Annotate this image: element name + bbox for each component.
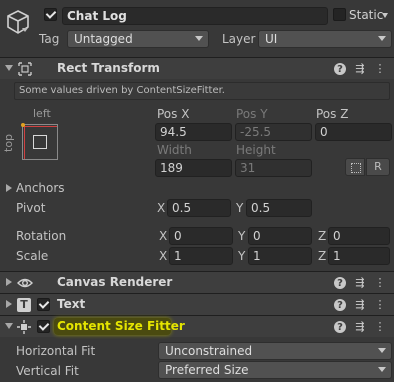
- presets-icon[interactable]: ⇶: [353, 275, 367, 291]
- pivot-dot: [21, 123, 25, 127]
- rect-transform-title: Rect Transform: [57, 61, 160, 75]
- driven-note: Some values driven by ContentSizeFitter.: [19, 85, 225, 96]
- static-label: Static: [349, 8, 384, 22]
- pos-x-field[interactable]: 94.5: [155, 123, 232, 141]
- vertical-fit-label: Vertical Fit: [16, 364, 79, 378]
- chevron-down-icon: [378, 348, 386, 353]
- horizontal-fit-value: Unconstrained: [165, 344, 253, 358]
- chevron-down-icon: [378, 36, 386, 41]
- text-enabled-checkbox[interactable]: [37, 298, 50, 311]
- height-label: Height: [236, 143, 276, 157]
- content-size-fitter-enabled-checkbox[interactable]: [37, 320, 50, 333]
- width-label: Width: [157, 143, 192, 157]
- scale-z-field[interactable]: 1: [328, 247, 390, 265]
- anchors-label[interactable]: Anchors: [16, 180, 65, 196]
- pos-x-label: Pos X: [157, 107, 190, 121]
- driven-note-box: Some values driven by ContentSizeFitter.: [14, 82, 390, 100]
- pivot-x-axis-label[interactable]: X: [157, 199, 165, 217]
- help-icon[interactable]: ?: [333, 61, 347, 78]
- eye-icon: [17, 276, 33, 290]
- canvas-renderer-header[interactable]: Canvas Renderer ? ⇶ ⋮: [0, 271, 394, 293]
- raw-edit-label: R: [374, 160, 382, 173]
- presets-icon[interactable]: ⇶: [353, 61, 367, 77]
- tag-dropdown[interactable]: Untagged: [67, 30, 209, 48]
- pos-y-field: -25.5: [235, 123, 312, 141]
- content-size-fitter-title: Content Size Fitter: [57, 319, 185, 333]
- rotation-z-field[interactable]: 0: [328, 227, 390, 245]
- help-icon[interactable]: ?: [333, 319, 347, 336]
- rotation-label: Rotation: [16, 229, 67, 243]
- rotation-y-axis-label[interactable]: Y: [238, 227, 245, 245]
- pos-y-label: Pos Y: [236, 107, 268, 121]
- horizontal-fit-dropdown[interactable]: Unconstrained: [158, 342, 392, 360]
- content-size-fitter-header[interactable]: Content Size Fitter ? ⇶ ⋮: [0, 315, 394, 337]
- anchor-h-label: left: [33, 107, 51, 120]
- pos-z-label: Pos Z: [316, 107, 349, 121]
- canvas-renderer-title: Canvas Renderer: [57, 275, 173, 289]
- tag-label: Tag: [39, 32, 60, 46]
- chevron-down-icon: [195, 36, 203, 41]
- help-icon[interactable]: ?: [333, 275, 347, 292]
- object-name-field[interactable]: Chat Log: [62, 7, 328, 25]
- rotation-x-field[interactable]: 0: [169, 227, 233, 245]
- height-field: 31: [235, 159, 312, 177]
- foldout-closed-icon[interactable]: [6, 278, 12, 286]
- static-dropdown-icon[interactable]: [382, 13, 388, 18]
- scale-z-axis-label[interactable]: Z: [318, 247, 326, 265]
- help-icon[interactable]: ?: [333, 297, 347, 314]
- scale-x-field[interactable]: 1: [169, 247, 233, 265]
- pivot-y-axis-label[interactable]: Y: [236, 199, 243, 217]
- more-icon[interactable]: ⋮: [373, 61, 387, 77]
- rotation-x-axis-label[interactable]: X: [159, 227, 167, 245]
- pivot-label: Pivot: [16, 201, 46, 215]
- raw-edit-button[interactable]: R: [366, 158, 390, 176]
- rect-transform-header[interactable]: Rect Transform ? ⇶ ⋮: [0, 57, 394, 79]
- anchor-presets-button[interactable]: [21, 123, 58, 160]
- object-icon-dropdown-icon[interactable]: [22, 28, 28, 32]
- layer-value: UI: [265, 32, 278, 46]
- content-size-fitter-icon: [17, 320, 31, 334]
- rotation-y-field[interactable]: 0: [248, 227, 312, 245]
- blueprint-icon: [351, 163, 361, 173]
- pivot-y-field[interactable]: 0.5: [246, 199, 312, 217]
- active-checkbox[interactable]: [44, 8, 57, 21]
- anchor-rect: [33, 135, 47, 149]
- text-header[interactable]: T Text ? ⇶ ⋮: [0, 293, 394, 315]
- layer-dropdown[interactable]: UI: [258, 30, 392, 48]
- foldout-open-icon[interactable]: [5, 323, 13, 329]
- presets-icon[interactable]: ⇶: [353, 319, 367, 335]
- anchors-foldout-icon[interactable]: [6, 184, 12, 192]
- chevron-down-icon: [378, 367, 386, 372]
- pivot-x-field[interactable]: 0.5: [167, 199, 231, 217]
- horizontal-fit-label: Horizontal Fit: [16, 344, 96, 358]
- pos-z-field[interactable]: 0: [315, 123, 392, 141]
- foldout-open-icon[interactable]: [5, 65, 13, 71]
- text-component-icon: T: [17, 298, 31, 312]
- scale-label: Scale: [16, 249, 49, 263]
- scale-y-field[interactable]: 1: [248, 247, 312, 265]
- anchor-left-line: [24, 125, 25, 159]
- layer-label: Layer: [222, 32, 256, 46]
- tag-value: Untagged: [74, 32, 133, 46]
- scale-y-axis-label[interactable]: Y: [238, 247, 245, 265]
- foldout-closed-icon[interactable]: [6, 300, 12, 308]
- presets-icon[interactable]: ⇶: [353, 297, 367, 313]
- more-icon[interactable]: ⋮: [373, 297, 387, 313]
- text-title: Text: [57, 297, 86, 311]
- anchor-v-label: top: [2, 133, 15, 152]
- anchor-top-line: [23, 126, 57, 127]
- rotation-z-axis-label[interactable]: Z: [318, 227, 326, 245]
- vertical-fit-value: Preferred Size: [165, 363, 249, 377]
- vertical-fit-dropdown[interactable]: Preferred Size: [158, 361, 392, 379]
- scale-x-axis-label[interactable]: X: [159, 247, 167, 265]
- more-icon[interactable]: ⋮: [373, 275, 387, 291]
- static-checkbox[interactable]: [333, 8, 346, 21]
- rect-transform-icon: [18, 62, 32, 76]
- width-field[interactable]: 189: [155, 159, 232, 177]
- blueprint-mode-button[interactable]: [345, 158, 365, 176]
- more-icon[interactable]: ⋮: [373, 319, 387, 335]
